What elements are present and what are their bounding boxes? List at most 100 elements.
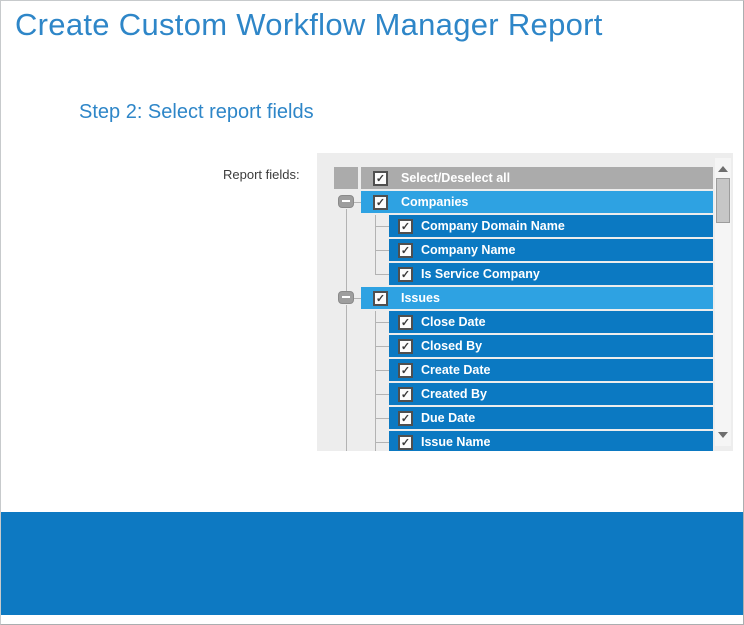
tree-gutter-trunk — [334, 407, 361, 429]
tree-gutter-branch — [361, 263, 389, 285]
wizard-window: Create Custom Workflow Manager Report St… — [0, 0, 744, 625]
tree-line — [346, 311, 347, 335]
checkbox-checked-icon[interactable]: ✓ — [373, 171, 388, 186]
checkbox-checked-icon[interactable]: ✓ — [398, 315, 413, 330]
checkbox-checked-icon[interactable]: ✓ — [398, 411, 413, 426]
tree-line — [375, 394, 389, 395]
tree-line — [346, 383, 347, 407]
collapse-expander-icon[interactable] — [338, 195, 354, 208]
tree-row-issue-name: ✓ Issue Name — [334, 431, 713, 451]
tree-row-issues: ✓ Issues — [334, 287, 713, 309]
tree-gutter — [334, 287, 361, 309]
tree-row-body[interactable]: ✓ Closed By — [389, 335, 713, 357]
checkbox-checked-icon[interactable]: ✓ — [398, 435, 413, 450]
tree-rows: ✓ Select/Deselect all ✓ Companies ✓ Company D… — [334, 167, 713, 451]
tree-row-label: Create Date — [421, 363, 490, 377]
wizard-footer: Previous Next — [1, 512, 743, 615]
tree-row-label: Close Date — [421, 315, 486, 329]
tree-row-label: Is Service Company — [421, 267, 540, 281]
tree-row-label: Closed By — [421, 339, 482, 353]
tree-gutter — [334, 191, 361, 213]
tree-gutter-branch — [361, 359, 389, 381]
tree-row-label: Issue Name — [421, 435, 490, 449]
tree-row-body[interactable]: ✓ Issues — [361, 287, 713, 309]
tree-row-body[interactable]: ✓ Close Date — [389, 311, 713, 333]
tree-line — [375, 407, 376, 431]
tree-row-company-name: ✓ Company Name — [334, 239, 713, 261]
tree-gutter-branch — [361, 431, 389, 451]
tree-line — [346, 215, 347, 239]
tree-gutter-branch — [361, 383, 389, 405]
tree-row-due-date: ✓Due Date — [334, 407, 713, 429]
tree-row-label: Select/Deselect all — [401, 171, 510, 185]
collapse-expander-icon[interactable] — [338, 291, 354, 304]
tree-line — [375, 335, 376, 359]
checkbox-checked-icon[interactable]: ✓ — [398, 387, 413, 402]
tree-gutter-trunk — [334, 431, 361, 451]
scroll-down-icon[interactable] — [718, 432, 728, 438]
tree-line — [346, 407, 347, 431]
tree-row-body[interactable]: ✓ Issue Name — [389, 431, 713, 451]
tree-row-body[interactable]: ✓ Companies — [361, 191, 713, 213]
tree-row-label: Issues — [401, 291, 440, 305]
tree-gutter-trunk — [334, 311, 361, 333]
tree-line — [354, 298, 361, 299]
tree-row-body[interactable]: ✓ Create Date — [389, 359, 713, 381]
tree-line — [346, 239, 347, 263]
tree-gutter-branch — [361, 215, 389, 237]
scroll-up-icon[interactable] — [718, 166, 728, 172]
tree-row-create-date: ✓ Create Date — [334, 359, 713, 381]
checkbox-checked-icon[interactable]: ✓ — [398, 243, 413, 258]
tree-gutter-branch — [361, 407, 389, 429]
page-title: Create Custom Workflow Manager Report — [15, 7, 603, 43]
step-heading: Step 2: Select report fields — [79, 101, 314, 124]
scrollbar-thumb[interactable] — [716, 178, 730, 223]
checkbox-checked-icon[interactable]: ✓ — [398, 363, 413, 378]
tree-row-closed-by: ✓ Closed By — [334, 335, 713, 357]
tree-line — [346, 431, 347, 451]
tree-line — [375, 359, 376, 383]
tree-line — [375, 250, 389, 251]
tree-line — [375, 322, 389, 323]
tree-row-created-by: ✓ Created By — [334, 383, 713, 405]
tree-gutter-branch — [361, 311, 389, 333]
tree-line — [354, 202, 361, 203]
tree-gutter-trunk — [334, 215, 361, 237]
tree-line — [375, 370, 389, 371]
tree-row-label: Company Name — [421, 243, 515, 257]
tree-line — [375, 239, 376, 263]
tree-row-label: Companies — [401, 195, 468, 209]
checkbox-checked-icon[interactable]: ✓ — [373, 291, 388, 306]
tree-line — [375, 418, 389, 419]
tree-line — [346, 335, 347, 359]
tree-row-body[interactable]: ✓ Created By — [389, 383, 713, 405]
tree-row-body[interactable]: ✓ Company Name — [389, 239, 713, 261]
checkbox-checked-icon[interactable]: ✓ — [398, 219, 413, 234]
tree-row-body[interactable]: ✓ Is Service Company — [389, 263, 713, 285]
tree-row-label: Created By — [421, 387, 487, 401]
tree-line — [375, 383, 376, 407]
tree-gutter-branch — [361, 335, 389, 357]
tree-line — [375, 311, 376, 335]
tree-row-body[interactable]: ✓ Select/Deselect all — [361, 167, 713, 189]
vertical-scrollbar[interactable] — [715, 158, 731, 446]
tree-row-body[interactable]: ✓Due Date — [389, 407, 713, 429]
checkbox-checked-icon[interactable]: ✓ — [373, 195, 388, 210]
tree-line — [375, 442, 389, 443]
tree-gutter-trunk — [334, 359, 361, 381]
tree-row-companies: ✓ Companies — [334, 191, 713, 213]
tree-line — [375, 431, 376, 451]
tree-gutter-trunk — [334, 335, 361, 357]
tree-row-close-date: ✓ Close Date — [334, 311, 713, 333]
tree-row-company-domain-name: ✓ Company Domain Name — [334, 215, 713, 237]
tree-gutter-branch — [361, 239, 389, 261]
tree-row-body[interactable]: ✓ Company Domain Name — [389, 215, 713, 237]
tree-line — [346, 263, 347, 287]
tree-line — [375, 274, 389, 275]
tree-line — [375, 215, 376, 239]
tree-row-label: Company Domain Name — [421, 219, 565, 233]
tree-line — [375, 226, 389, 227]
tree-row-select-deselect-all: ✓ Select/Deselect all — [334, 167, 713, 189]
checkbox-checked-icon[interactable]: ✓ — [398, 339, 413, 354]
checkbox-checked-icon[interactable]: ✓ — [398, 267, 413, 282]
